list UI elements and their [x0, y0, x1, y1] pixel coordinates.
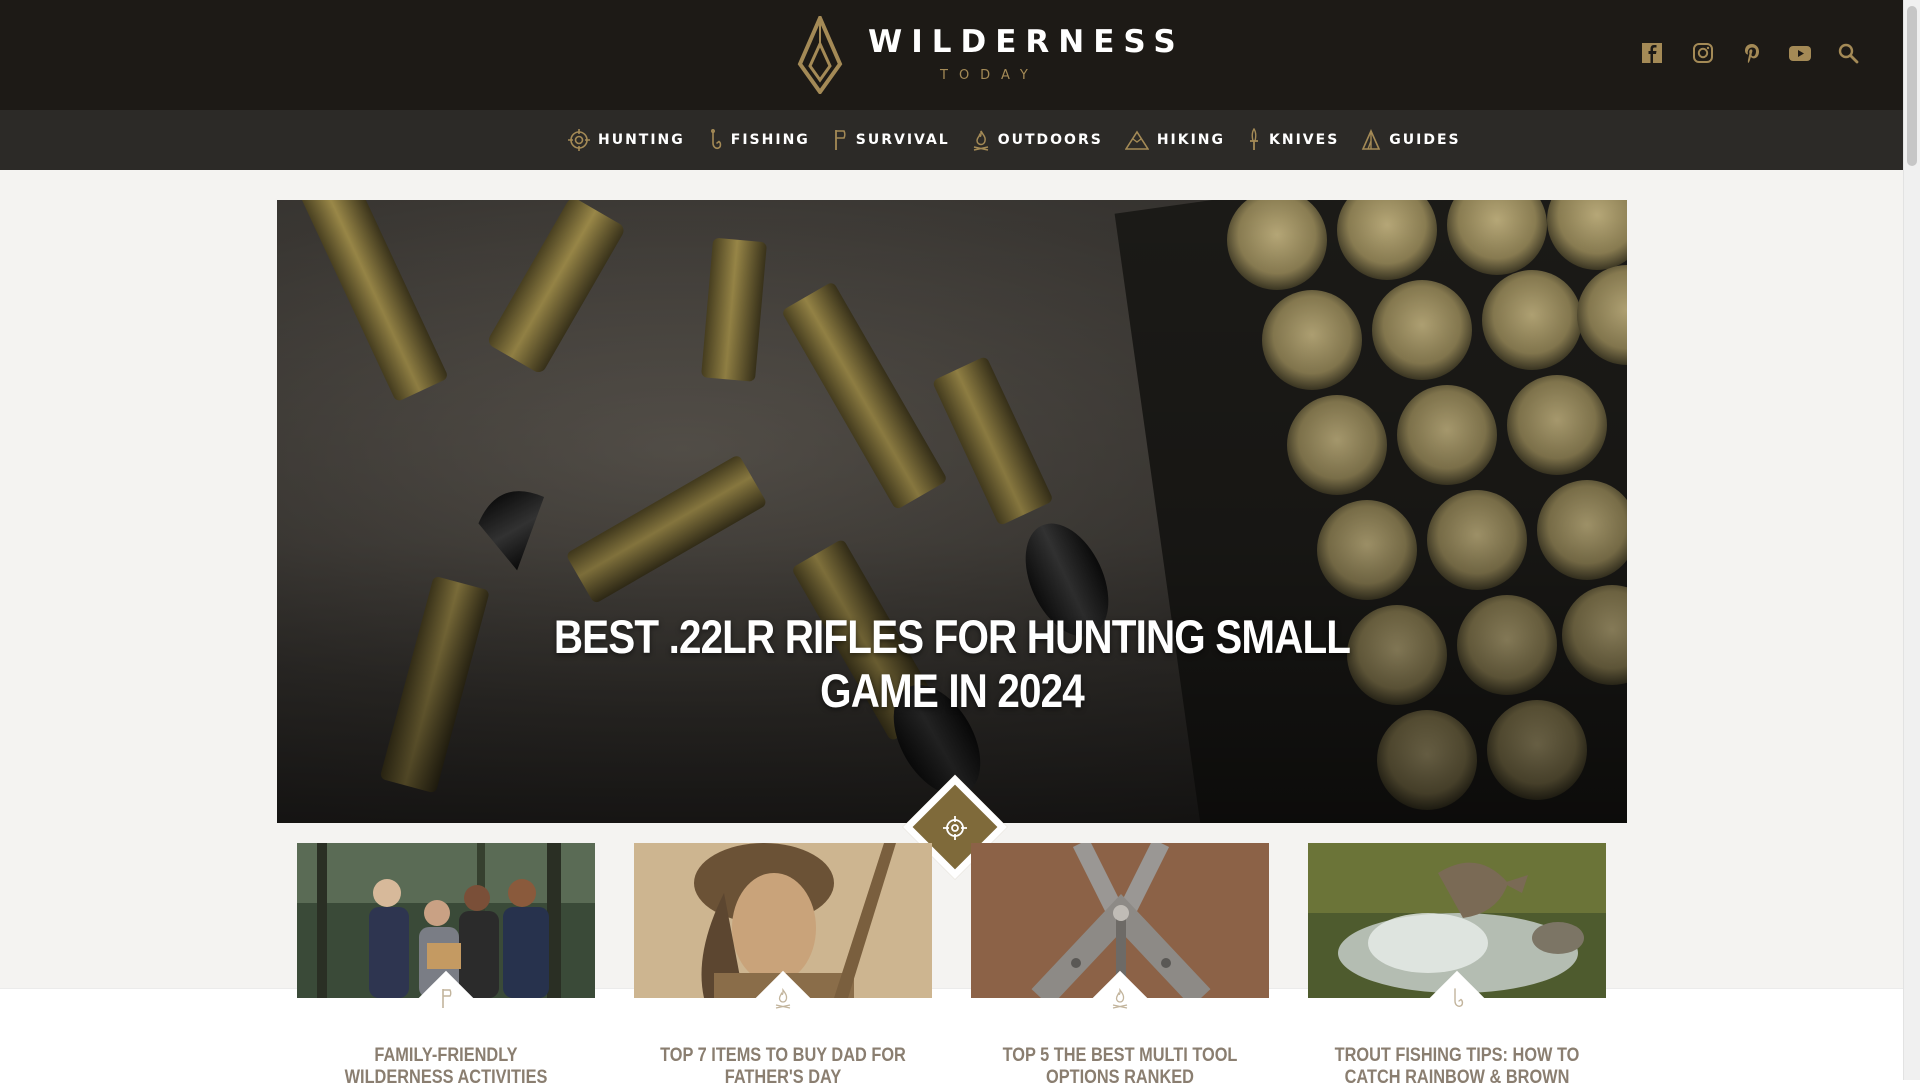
fish-hook-icon	[1454, 988, 1464, 1007]
scrollbar-thumb[interactable]	[1907, 6, 1917, 166]
nav-label: SURVIVAL	[855, 132, 950, 148]
card-title[interactable]: FAMILY-FRIENDLY WILDERNESS ACTIVITIES	[318, 1045, 574, 1089]
nav-label: OUTDOORS	[997, 132, 1103, 148]
youtube-icon[interactable]	[1788, 42, 1812, 68]
axe-icon	[834, 130, 846, 150]
campfire-icon	[973, 130, 988, 151]
nav-label: KNIVES	[1269, 132, 1340, 148]
nav-item-survival[interactable]: SURVIVAL	[832, 129, 950, 151]
article-grid: FAMILY-FRIENDLY WILDERNESS ACTIVITIES TO…	[277, 823, 1627, 1088]
axe-icon	[442, 989, 452, 1008]
hero-image	[277, 200, 1627, 823]
card-title[interactable]: TROUT FISHING TIPS: HOW TO CATCH RAINBOW…	[1329, 1045, 1585, 1089]
nav-label: FISHING	[730, 132, 810, 148]
page-scrollbar[interactable]	[1903, 0, 1920, 1080]
nav-label: HIKING	[1156, 132, 1226, 148]
site-logo[interactable]: WILDERNESS TODAY	[796, 16, 1176, 96]
nav-item-fishing[interactable]: FISHING	[707, 129, 810, 151]
hero-title: BEST .22LR RIFLES FOR HUNTING SMALL GAME…	[553, 610, 1351, 717]
knife-icon	[1250, 128, 1259, 150]
logo-name: WILDERNESS	[868, 24, 1185, 60]
article-card: TROUT FISHING TIPS: HOW TO CATCH RAINBOW…	[1308, 843, 1606, 1089]
article-card: FAMILY-FRIENDLY WILDERNESS ACTIVITIES	[297, 843, 595, 1089]
campfire-icon	[775, 987, 791, 1009]
nav-label: GUIDES	[1389, 132, 1461, 148]
crosshair-icon	[568, 129, 590, 151]
campfire-icon	[1112, 987, 1128, 1009]
instagram-icon[interactable]	[1692, 42, 1714, 68]
site-header: WILDERNESS TODAY	[0, 0, 1904, 110]
tent-icon	[1362, 129, 1381, 150]
card-title[interactable]: TOP 5 THE BEST MULTI TOOL OPTIONS RANKED	[992, 1045, 1248, 1089]
logo-tagline: TODAY	[940, 68, 1039, 83]
pinterest-icon[interactable]	[1741, 42, 1763, 68]
nav-item-outdoors[interactable]: OUTDOORS	[972, 129, 1103, 151]
hero-article[interactable]: BEST .22LR RIFLES FOR HUNTING SMALL GAME…	[277, 200, 1627, 823]
card-title[interactable]: TOP 7 ITEMS TO BUY DAD FOR FATHER'S DAY	[655, 1045, 911, 1089]
main-nav: HUNTING FISHING SURVIVAL OUTDOORS HIKING…	[0, 110, 1904, 170]
nav-item-hiking[interactable]: HIKING	[1124, 129, 1226, 151]
nav-item-hunting[interactable]: HUNTING	[568, 129, 685, 151]
nav-item-knives[interactable]: KNIVES	[1247, 128, 1339, 152]
logo-diamond-icon	[797, 16, 843, 94]
mountain-icon	[1124, 130, 1149, 150]
nav-item-guides[interactable]: GUIDES	[1361, 129, 1460, 151]
article-card: TOP 5 THE BEST MULTI TOOL OPTIONS RANKED	[971, 838, 1269, 1089]
fish-hook-icon	[710, 129, 722, 150]
facebook-icon[interactable]	[1641, 42, 1663, 68]
nav-label: HUNTING	[598, 132, 685, 148]
article-card: TOP 7 ITEMS TO BUY DAD FOR FATHER'S DAY	[634, 843, 932, 1089]
search-icon[interactable]	[1837, 42, 1859, 68]
